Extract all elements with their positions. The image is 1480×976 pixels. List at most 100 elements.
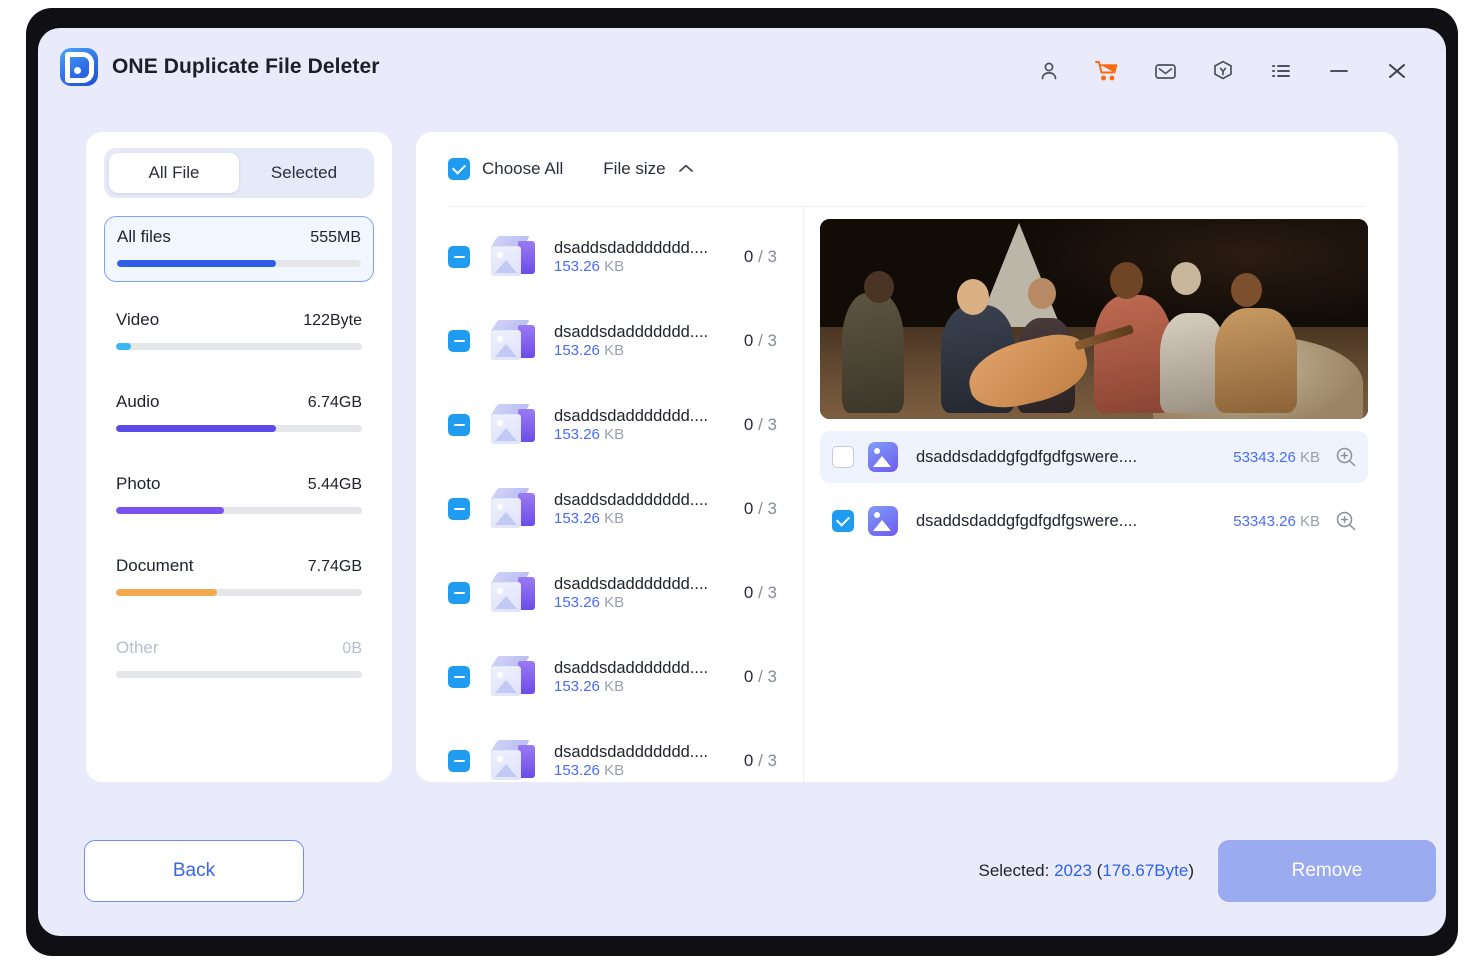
group-selected-count: 0 [743,415,754,434]
category-size: 7.74GB [307,558,362,575]
group-name: dsaddsdaddddddd.... [554,238,709,257]
group-checkbox[interactable] [448,498,470,520]
group-count-sep: / [758,247,763,266]
table-row[interactable]: dsaddsdaddddddd.... 153.26 KB 0 / 3 [448,467,803,551]
group-size-unit: KB [604,677,625,695]
table-row[interactable]: dsaddsdaddddddd.... 153.26 KB 0 / 3 [448,299,803,383]
group-count-sep: / [758,499,763,518]
shield-award-icon[interactable] [1194,52,1252,90]
magnify-plus-icon[interactable] [1334,509,1358,533]
menu-list-icon[interactable] [1252,52,1310,90]
sidebar-item-other[interactable]: Other 0B [104,628,374,692]
app-logo-d-icon [60,48,98,86]
minimize-icon[interactable] [1310,52,1368,90]
group-size-value: 153.26 [554,593,600,611]
group-size-value: 153.26 [554,341,600,359]
image-group-box-icon [488,234,540,280]
remove-button[interactable]: Remove [1218,840,1436,902]
group-checkbox[interactable] [448,414,470,436]
sidebar-item-document[interactable]: Document 7.74GB [104,546,374,610]
duplicate-file-size-value: 53343.26 [1233,448,1296,466]
back-button[interactable]: Back [84,840,304,902]
image-group-box-icon [488,318,540,364]
group-checkbox[interactable] [448,750,470,772]
image-group-box-icon [488,570,540,616]
group-name: dsaddsdaddddddd.... [554,574,709,593]
sidebar-item-all-files[interactable]: All files 555MB [104,216,374,282]
category-size: 0B [342,640,362,657]
preview-person-head [957,279,989,315]
account-icon[interactable] [1020,52,1078,90]
group-size-unit: KB [604,761,625,779]
group-size-unit: KB [604,257,625,275]
tab-selected[interactable]: Selected [239,153,369,193]
category-progress-track [116,425,362,432]
choose-all-label: Choose All [482,159,564,178]
table-row[interactable]: dsaddsdaddddddd.... 153.26 KB 0 / 3 [448,719,803,782]
choose-all-checkbox[interactable] [448,158,470,180]
app-brand: ONE Duplicate File Deleter [60,48,380,86]
group-name: dsaddsdaddddddd.... [554,658,709,677]
duplicate-file-checkbox[interactable] [832,510,854,532]
group-count-sep: / [758,667,763,686]
group-count-sep: / [758,415,763,434]
category-progress-track [116,671,362,678]
table-row[interactable]: dsaddsdaddddddd.... 153.26 KB 0 / 3 [448,551,803,635]
duplicate-file-name: dsaddsdaddgfgdfgdfgswere.... [916,447,1138,466]
preview-person-head [863,271,894,303]
file-scope-tabs: All File Selected [104,148,374,198]
group-checkbox[interactable] [448,666,470,688]
sidebar-item-video[interactable]: Video 122Byte [104,300,374,364]
choose-all-control[interactable]: Choose All [448,158,563,180]
duplicate-group-list[interactable]: dsaddsdaddddddd.... 153.26 KB 0 / 3 dsad… [416,207,804,782]
duplicate-file-size-unit: KB [1299,448,1320,466]
group-selected-count: 0 [743,499,754,518]
sidebar: All File Selected All files 555MB Video [86,132,392,782]
group-size-value: 153.26 [554,257,600,275]
sidebar-item-audio[interactable]: Audio 6.74GB [104,382,374,446]
close-icon[interactable] [1368,52,1426,90]
category-progress-fill [116,425,276,432]
group-checkbox[interactable] [448,330,470,352]
duplicate-file-checkbox[interactable] [832,446,854,468]
cart-icon[interactable] [1078,52,1136,90]
selection-prefix: Selected: [978,861,1055,880]
category-progress-fill [116,589,217,596]
group-total-count: 3 [767,331,777,350]
group-selected-count: 0 [743,583,754,602]
tab-all-file[interactable]: All File [109,153,239,193]
category-progress-track [116,343,362,350]
image-group-box-icon [488,486,540,532]
list-item[interactable]: dsaddsdaddgfgdfgdfgswere.... 53343.26 KB [820,495,1368,547]
group-total-count: 3 [767,499,777,518]
group-checkbox[interactable] [448,246,470,268]
chevron-up-icon [678,159,694,179]
preview-person [1214,308,1297,413]
sort-by-file-size[interactable]: File size [603,159,693,179]
magnify-plus-icon[interactable] [1334,445,1358,469]
duplicate-file-size-value: 53343.26 [1233,512,1296,530]
group-total-count: 3 [767,583,777,602]
duplicate-file-size-unit: KB [1299,512,1320,530]
category-size: 122Byte [303,312,362,329]
image-preview[interactable] [820,219,1368,419]
group-checkbox[interactable] [448,582,470,604]
group-name: dsaddsdaddddddd.... [554,406,709,425]
group-selected-count: 0 [743,331,754,350]
selection-open-paren: ( [1091,861,1103,880]
table-row[interactable]: dsaddsdaddddddd.... 153.26 KB 0 / 3 [448,215,803,299]
app-title: ONE Duplicate File Deleter [112,55,380,78]
table-row[interactable]: dsaddsdaddddddd.... 153.26 KB 0 / 3 [448,383,803,467]
group-count-sep: / [758,583,763,602]
selection-size: 176.67Byte [1102,861,1189,880]
list-item[interactable]: dsaddsdaddgfgdfgdfgswere.... 53343.26 KB [820,431,1368,483]
duplicate-file-name: dsaddsdaddgfgdfgdfgswere.... [916,511,1138,530]
mail-icon[interactable] [1136,52,1194,90]
app-window: ONE Duplicate File Deleter All File Sele… [38,28,1446,936]
table-row[interactable]: dsaddsdaddddddd.... 153.26 KB 0 / 3 [448,635,803,719]
group-selected-count: 0 [743,751,754,770]
category-label: Document [116,556,194,575]
sidebar-item-photo[interactable]: Photo 5.44GB [104,464,374,528]
group-size-unit: KB [604,593,625,611]
group-selected-count: 0 [743,247,754,266]
